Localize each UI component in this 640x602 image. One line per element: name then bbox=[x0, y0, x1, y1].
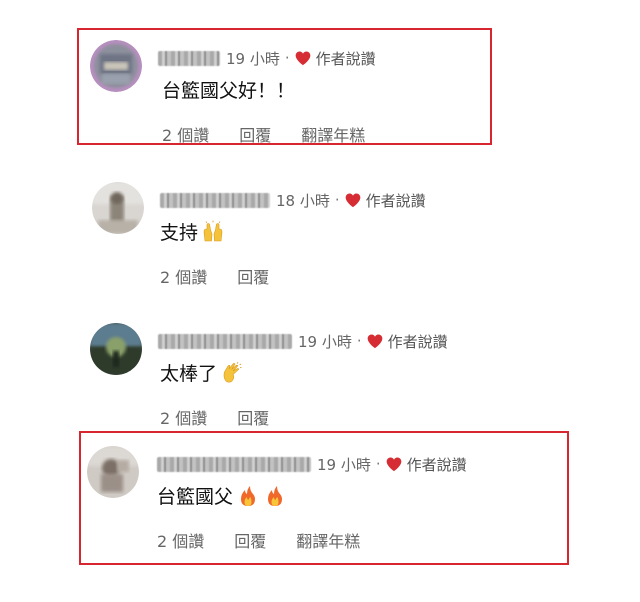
separator: · bbox=[284, 49, 290, 67]
avatar[interactable] bbox=[90, 40, 142, 92]
avatar-image bbox=[87, 446, 139, 498]
comment-actions: 2 個讚 回覆 bbox=[160, 405, 269, 429]
comment-item: whatsup_201028 19 小時 · 作者說讚 台籃國父 bbox=[87, 446, 567, 551]
likes-count-button[interactable]: 2 個讚 bbox=[160, 268, 207, 287]
comment-body: 太棒了 bbox=[160, 363, 218, 385]
reply-button[interactable]: 回覆 bbox=[237, 409, 269, 428]
reply-button[interactable]: 回覆 bbox=[234, 532, 266, 551]
username[interactable]: whatsup_201028 bbox=[157, 456, 311, 472]
separator: · bbox=[334, 191, 340, 209]
author-liked-label: 作者說讚 bbox=[387, 332, 448, 351]
timestamp: 19 小時 bbox=[226, 49, 280, 68]
author-liked-label: 作者說讚 bbox=[365, 191, 426, 210]
comment-body: 台籃國父 bbox=[157, 486, 234, 508]
avatar[interactable] bbox=[90, 323, 142, 375]
comment-body: 台籃國父好！！ bbox=[162, 80, 296, 102]
comment-body: 支持 bbox=[160, 222, 199, 244]
raising-hands-icon bbox=[201, 220, 225, 244]
comment-item: sporttech4002 19 小時 · 作者說讚 太棒了 2 個讚 回覆 bbox=[90, 323, 570, 428]
heart-icon bbox=[345, 193, 361, 208]
likes-count-button[interactable]: 2 個讚 bbox=[160, 409, 207, 428]
reply-button[interactable]: 回覆 bbox=[237, 268, 269, 287]
comment-actions: 2 個讚 回覆 翻譯年糕 bbox=[157, 528, 360, 552]
separator: · bbox=[375, 455, 381, 473]
comment-text: 太棒了 bbox=[160, 359, 244, 386]
comment-actions: 2 個讚 回覆 翻譯年糕 bbox=[162, 122, 365, 146]
avatar[interactable] bbox=[92, 182, 144, 234]
timestamp: 18 小時 bbox=[276, 191, 330, 210]
heart-icon bbox=[367, 334, 383, 349]
author-liked-label: 作者說讚 bbox=[406, 455, 467, 474]
comment-text: 台籃國父好！！ bbox=[162, 76, 295, 103]
timestamp: 19 小時 bbox=[298, 332, 352, 351]
avatar[interactable] bbox=[87, 446, 139, 498]
comment-meta: whatsup_201028 19 小時 · 作者說讚 bbox=[157, 452, 467, 476]
avatar-image bbox=[90, 323, 142, 375]
avatar-image bbox=[90, 40, 142, 92]
comment-meta: lanp_812 19 小時 · 作者說讚 bbox=[158, 46, 376, 70]
comment-meta: sporttech4002 19 小時 · 作者說讚 bbox=[158, 329, 448, 353]
comments-screenshot: lanp_812 19 小時 · 作者說讚 台籃國父好！！ 2 個讚回覆翻譯年糕 bbox=[0, 0, 640, 602]
clapping-hands-icon bbox=[220, 361, 244, 385]
username[interactable]: sporttech4002 bbox=[158, 333, 292, 349]
translate-button[interactable]: 翻譯年糕 bbox=[296, 532, 360, 551]
fire-icon bbox=[236, 484, 260, 508]
avatar-image bbox=[92, 182, 144, 234]
comment-item: yeah_2028 18 小時 · 作者說讚 支持 2 個讚 回覆 bbox=[92, 182, 572, 287]
heart-icon bbox=[386, 457, 402, 472]
heart-icon bbox=[295, 51, 311, 66]
username[interactable]: yeah_2028 bbox=[160, 192, 270, 208]
reply-button[interactable]: 回覆 bbox=[239, 126, 271, 145]
fire-icon bbox=[263, 484, 287, 508]
likes-count-button[interactable]: 2 個讚 bbox=[162, 126, 209, 145]
author-liked-label: 作者說讚 bbox=[315, 49, 376, 68]
comment-text: 台籃國父 bbox=[157, 482, 287, 509]
username[interactable]: lanp_812 bbox=[158, 50, 220, 66]
translate-button[interactable]: 翻譯年糕 bbox=[301, 126, 365, 145]
comment-actions: 2 個讚 回覆 bbox=[160, 264, 269, 288]
comment-text: 支持 bbox=[160, 218, 225, 245]
comment-item: lanp_812 19 小時 · 作者說讚 台籃國父好！！ 2 個讚 回覆 翻譯年糕 bbox=[90, 40, 570, 145]
comment-meta: yeah_2028 18 小時 · 作者說讚 bbox=[160, 188, 426, 212]
likes-count-button[interactable]: 2 個讚 bbox=[157, 532, 204, 551]
timestamp: 19 小時 bbox=[317, 455, 371, 474]
separator: · bbox=[356, 332, 362, 350]
